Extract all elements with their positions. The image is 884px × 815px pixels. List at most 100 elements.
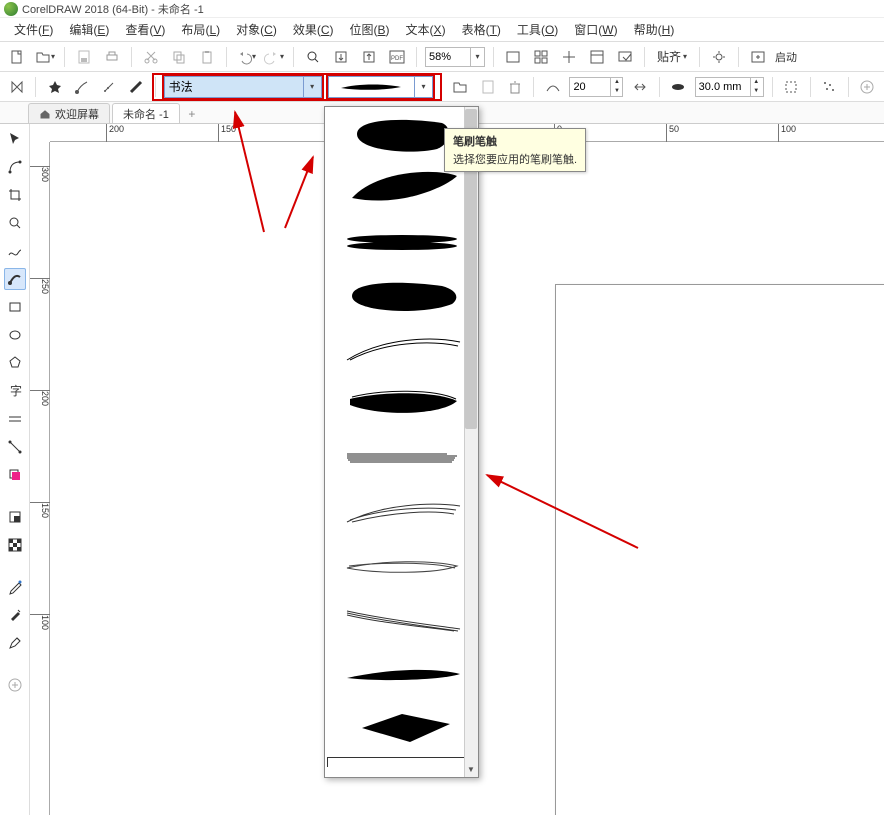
text-tool[interactable]: 字 [4, 380, 26, 402]
fullscreen-button[interactable] [502, 46, 524, 68]
grid-button[interactable] [530, 46, 552, 68]
new-button[interactable] [6, 46, 28, 68]
menu-view[interactable]: 查看(V) [117, 18, 173, 41]
brush-option-selected[interactable] [327, 757, 476, 767]
bbox-icon[interactable] [781, 76, 802, 98]
drop-shadow-tool[interactable] [4, 464, 26, 486]
freehand-tool[interactable] [4, 240, 26, 262]
cut-button[interactable] [140, 46, 162, 68]
tab-document[interactable]: 未命名 -1 [112, 103, 180, 123]
width-tool-icon[interactable] [629, 76, 650, 98]
scrollbar-down-arrow[interactable]: ▼ [465, 763, 477, 775]
copy-button[interactable] [168, 46, 190, 68]
eyedropper-tool[interactable] [4, 576, 26, 598]
dockers-button[interactable] [586, 46, 608, 68]
connector-tool[interactable] [4, 436, 26, 458]
sprayer-icon[interactable] [98, 76, 119, 98]
pick-tool[interactable] [4, 128, 26, 150]
delete-button[interactable] [504, 76, 525, 98]
import-button[interactable] [330, 46, 352, 68]
tab-add-button[interactable]: + [182, 105, 202, 123]
calligraphic-icon[interactable] [126, 76, 147, 98]
width-input[interactable] [696, 81, 750, 93]
pdf-button[interactable]: PDF [386, 46, 408, 68]
brush-option[interactable] [325, 377, 478, 431]
redo-button[interactable]: ▾ [263, 46, 285, 68]
browse-button[interactable] [450, 76, 471, 98]
guides-button[interactable] [558, 46, 580, 68]
launch-label-button[interactable] [747, 46, 769, 68]
menu-edit[interactable]: 编辑(E) [61, 18, 117, 41]
menu-object[interactable]: 对象(C) [228, 18, 285, 41]
brush-option[interactable] [325, 485, 478, 539]
spin-down[interactable]: ▼ [610, 87, 622, 96]
menu-tools[interactable]: 工具(O) [509, 18, 566, 41]
tab-welcome[interactable]: 欢迎屏幕 [28, 103, 110, 123]
category-input[interactable] [165, 77, 303, 97]
shape-tool[interactable] [4, 156, 26, 178]
dropdown-scrollbar[interactable]: ▼ [464, 107, 478, 777]
snap-dropdown[interactable]: 贴齐 ▾ [653, 48, 691, 65]
brush-stroke-dropdown[interactable]: ▼ [324, 106, 479, 778]
options-button[interactable] [708, 46, 730, 68]
launch-button[interactable] [614, 46, 636, 68]
smoothing-input[interactable] [570, 81, 610, 93]
brush-option[interactable] [325, 215, 478, 269]
brush-option[interactable] [325, 593, 478, 647]
parallel-dim-tool[interactable] [4, 408, 26, 430]
brush-option[interactable] [325, 269, 478, 323]
brush-icon[interactable] [71, 76, 92, 98]
save-stroke-button[interactable] [477, 76, 498, 98]
stroke-dropdown-arrow[interactable]: ▾ [414, 77, 432, 97]
open-button[interactable]: ▾ [34, 46, 56, 68]
menu-text[interactable]: 文本(X) [398, 18, 454, 41]
category-dropdown-arrow[interactable]: ▾ [303, 77, 321, 97]
menu-bitmap[interactable]: 位图(B) [342, 18, 398, 41]
zoom-field[interactable]: ▾ [425, 47, 485, 67]
scatter-icon[interactable] [819, 76, 840, 98]
ellipse-tool[interactable] [4, 324, 26, 346]
spin-down2[interactable]: ▼ [750, 87, 762, 96]
add-tool-button[interactable] [4, 674, 26, 696]
pattern-fill-tool[interactable] [4, 534, 26, 556]
brush-option[interactable] [325, 647, 478, 701]
zoom-dropdown[interactable]: ▾ [470, 48, 484, 66]
brush-option[interactable] [325, 323, 478, 377]
preset-icon[interactable] [44, 76, 65, 98]
menu-layout[interactable]: 布局(L) [173, 18, 228, 41]
width-field[interactable]: ▲▼ [695, 77, 764, 97]
category-combo[interactable]: ▾ [164, 76, 322, 98]
export-button[interactable] [358, 46, 380, 68]
brush-option[interactable] [325, 701, 478, 755]
mirror-h-icon[interactable] [6, 76, 27, 98]
menu-window[interactable]: 窗口(W) [566, 18, 625, 41]
paste-button[interactable] [196, 46, 218, 68]
ruler-vertical: 300 250 200 150 100 [30, 142, 50, 815]
menu-table[interactable]: 表格(T) [454, 18, 509, 41]
interactive-fill-tool[interactable] [4, 604, 26, 626]
smoothing-icon[interactable] [542, 76, 563, 98]
print-button[interactable] [101, 46, 123, 68]
brush-option[interactable] [325, 431, 478, 485]
spin-up[interactable]: ▲ [610, 78, 622, 87]
menu-effect[interactable]: 效果(C) [285, 18, 342, 41]
search-icon[interactable] [302, 46, 324, 68]
transparency-tool[interactable] [4, 506, 26, 528]
nib-shape-icon[interactable] [668, 76, 689, 98]
polygon-tool[interactable] [4, 352, 26, 374]
brush-option[interactable] [325, 539, 478, 593]
menu-help[interactable]: 帮助(H) [626, 18, 683, 41]
save-button[interactable] [73, 46, 95, 68]
artistic-media-tool[interactable] [4, 268, 26, 290]
outline-pen-tool[interactable] [4, 632, 26, 654]
menu-file[interactable]: 文件(F) [6, 18, 61, 41]
zoom-tool[interactable] [4, 212, 26, 234]
crop-tool[interactable] [4, 184, 26, 206]
smoothing-field[interactable]: ▲▼ [569, 77, 623, 97]
stroke-combo[interactable]: ▾ [328, 76, 433, 98]
undo-button[interactable]: ▾ [235, 46, 257, 68]
add-preset-icon[interactable] [857, 76, 878, 98]
zoom-input[interactable] [426, 51, 470, 63]
rectangle-tool[interactable] [4, 296, 26, 318]
spin-up2[interactable]: ▲ [750, 78, 762, 87]
